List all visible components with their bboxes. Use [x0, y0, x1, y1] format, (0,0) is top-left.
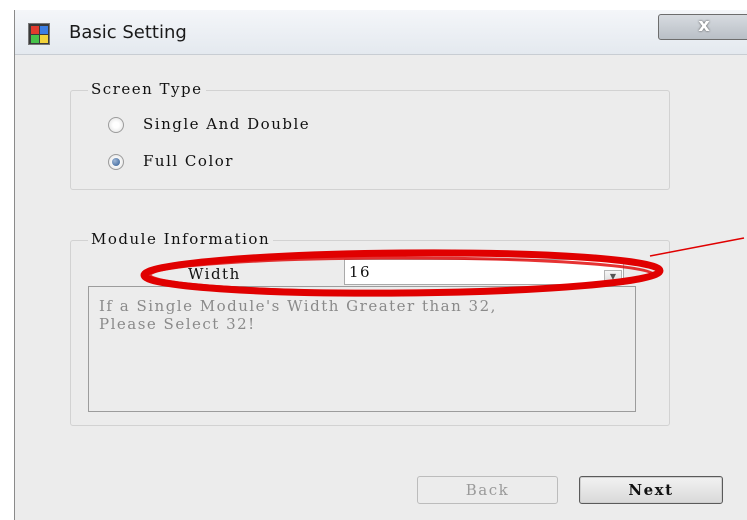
- next-button-label: Next: [628, 481, 674, 499]
- radio-label-single-and-double[interactable]: Single And Double: [143, 115, 310, 133]
- back-button-label: Back: [465, 481, 510, 499]
- module-information-legend: Module Information: [88, 230, 274, 248]
- module-note-text: If a Single Module's Width Greater than …: [99, 297, 497, 333]
- width-select[interactable]: 16 ▼: [344, 259, 624, 285]
- close-button[interactable]: x: [658, 14, 747, 40]
- screen-type-group: [70, 90, 670, 190]
- next-button[interactable]: Next: [579, 476, 723, 504]
- radio-single-and-double[interactable]: [108, 117, 124, 133]
- radio-label-full-color[interactable]: Full Color: [143, 152, 234, 170]
- title-bar[interactable]: Basic Setting x: [15, 10, 747, 55]
- app-icon: [28, 23, 50, 45]
- module-note-box: If a Single Module's Width Greater than …: [88, 286, 636, 412]
- radio-selected-dot: [112, 158, 120, 166]
- screen-type-legend: Screen Type: [88, 80, 206, 98]
- back-button[interactable]: Back: [417, 476, 558, 504]
- radio-full-color[interactable]: [108, 154, 124, 170]
- width-select-value: 16: [349, 263, 372, 281]
- width-label: Width: [188, 265, 241, 283]
- close-icon: x: [698, 15, 710, 36]
- window-title: Basic Setting: [69, 22, 187, 43]
- chevron-down-icon[interactable]: ▼: [604, 270, 622, 283]
